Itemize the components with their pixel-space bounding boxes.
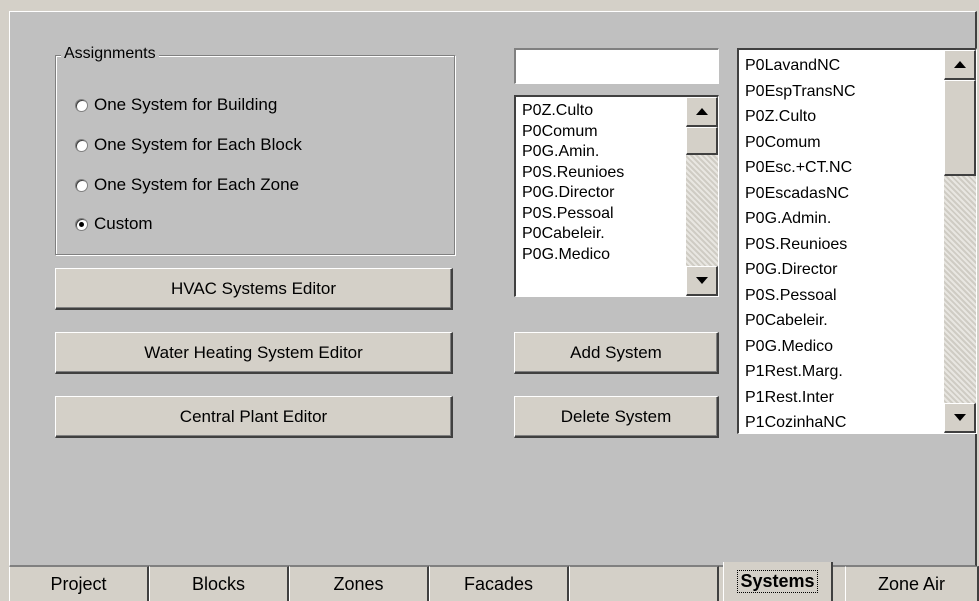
tab-label: Facades [463, 573, 534, 594]
tab-blank[interactable] [569, 566, 719, 601]
system-name-input[interactable] [514, 48, 719, 84]
add-system-button[interactable]: Add System [514, 332, 719, 374]
tab-label: Zones [333, 573, 384, 594]
tab-blocks[interactable]: Blocks [149, 566, 289, 601]
list-item[interactable]: P0LavandNC [745, 53, 856, 79]
central-plant-editor-button[interactable]: Central Plant Editor [55, 396, 453, 438]
list-item[interactable]: P0G.Director [745, 257, 856, 283]
list-item[interactable]: P0G.Amin. [522, 142, 624, 163]
zones-scrollbar[interactable] [686, 97, 718, 296]
radio-label: One System for Each Block [94, 135, 302, 154]
list-item[interactable]: P1Rest.Inter [745, 385, 856, 411]
scroll-up-button[interactable] [686, 97, 718, 127]
systems-scrollbar[interactable] [944, 50, 976, 433]
scroll-up-button[interactable] [944, 50, 976, 80]
list-item[interactable]: P0Comum [522, 122, 624, 143]
scroll-down-button[interactable] [686, 266, 718, 296]
list-item[interactable]: P0S.Reunioes [745, 232, 856, 258]
list-item[interactable]: P0S.Reunioes [522, 163, 624, 184]
radio-one-system-each-zone[interactable]: One System for Each Zone [75, 173, 299, 197]
tab-zones[interactable]: Zones [289, 566, 429, 601]
scroll-thumb[interactable] [686, 127, 718, 155]
radio-one-system-each-block[interactable]: One System for Each Block [75, 133, 302, 157]
radio-button-checked[interactable] [75, 217, 88, 231]
list-item[interactable]: P0S.Pessoal [745, 283, 856, 309]
arrow-up-icon [953, 61, 966, 68]
radio-label: One System for Building [94, 95, 278, 114]
list-item[interactable]: P0EspTransNC [745, 79, 856, 105]
hvac-systems-editor-button[interactable]: HVAC Systems Editor [55, 268, 453, 310]
list-item[interactable]: P1Rest.Marg. [745, 359, 856, 385]
radio-label: One System for Each Zone [94, 175, 300, 194]
scroll-down-button[interactable] [944, 403, 976, 433]
tab-systems[interactable]: Systems [723, 562, 833, 601]
tab-project[interactable]: Project [9, 566, 149, 601]
radio-button[interactable] [75, 138, 88, 152]
radio-button[interactable] [75, 98, 88, 112]
list-item[interactable]: P0G.Medico [522, 245, 624, 266]
tab-label: Systems [737, 570, 818, 593]
scroll-thumb[interactable] [944, 80, 976, 176]
list-item[interactable]: P0Z.Culto [522, 101, 624, 122]
zones-listbox[interactable]: P0Z.Culto P0Comum P0G.Amin. P0S.Reunioes P0G… [514, 95, 719, 297]
list-item[interactable]: P0EscadasNC [745, 181, 856, 207]
tab-label: Zone Air [877, 573, 946, 594]
tab-facades[interactable]: Facades [429, 566, 569, 601]
list-item[interactable]: P0G.Admin. [745, 206, 856, 232]
list-item[interactable]: P1CozinhaNC [745, 410, 856, 433]
list-item[interactable]: P0Cabeleir. [745, 308, 856, 334]
arrow-down-icon [695, 277, 708, 284]
list-item[interactable]: P0Esc.+CT.NC [745, 155, 856, 181]
delete-system-button[interactable]: Delete System [514, 396, 719, 438]
radio-one-system-building[interactable]: One System for Building [75, 93, 277, 117]
radio-button[interactable] [75, 178, 88, 192]
tab-label: Blocks [191, 573, 245, 594]
list-item[interactable]: P0Comum [745, 130, 856, 156]
systems-listbox[interactable]: P0LavandNC P0EspTransNC P0Z.Culto P0Comum P0… [737, 48, 977, 434]
arrow-down-icon [953, 414, 966, 421]
radio-custom[interactable]: Custom [75, 212, 153, 236]
systems-list-items: P0LavandNC P0EspTransNC P0Z.Culto P0Comum P0… [745, 53, 856, 433]
water-heating-system-editor-button[interactable]: Water Heating System Editor [55, 332, 453, 374]
list-item[interactable]: P0G.Director [522, 183, 624, 204]
tab-bar: Project Blocks Zones Facades Systems Zon… [9, 562, 979, 601]
list-item[interactable]: P0S.Pessoal [522, 204, 624, 225]
zones-list-items: P0Z.Culto P0Comum P0G.Amin. P0S.Reunioes P0G… [522, 101, 624, 265]
tab-label: Project [50, 573, 107, 594]
tab-zone-air[interactable]: Zone Air [845, 566, 979, 601]
radio-label: Custom [94, 214, 153, 233]
assignments-title: Assignments [61, 44, 159, 64]
list-item[interactable]: P0G.Medico [745, 334, 856, 360]
arrow-up-icon [695, 108, 708, 115]
list-item[interactable]: P0Cabeleir. [522, 224, 624, 245]
list-item[interactable]: P0Z.Culto [745, 104, 856, 130]
